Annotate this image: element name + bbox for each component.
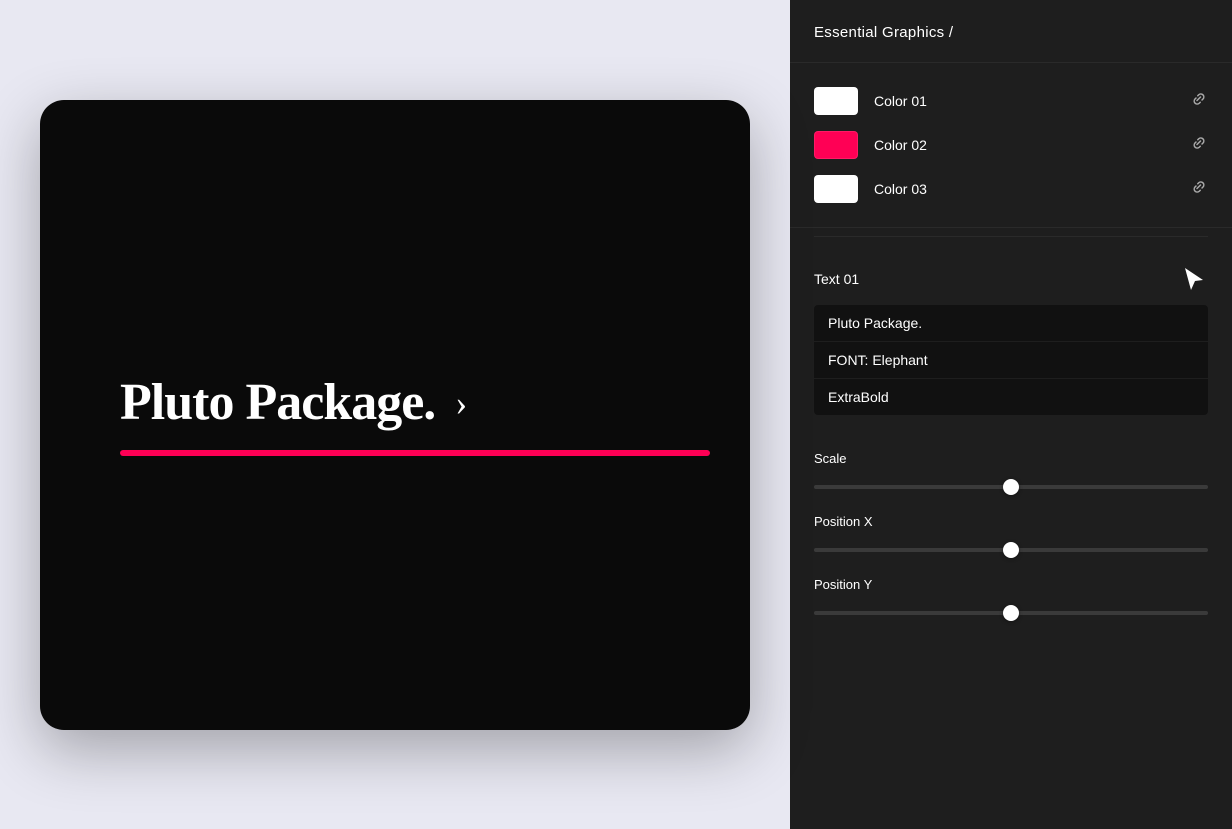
color-row-01: Color 01 xyxy=(814,79,1208,123)
color-row-02: Color 02 xyxy=(814,123,1208,167)
cursor-icon xyxy=(1180,265,1208,293)
preview-card: Pluto Package. › xyxy=(40,100,750,730)
panel-title: Essential Graphics / xyxy=(814,24,953,41)
text-section-label: Text 01 xyxy=(814,271,859,287)
sliders-section: Scale Position X Position Y xyxy=(790,451,1232,664)
position-x-label: Position X xyxy=(814,514,1208,529)
text-section: Text 01 Pluto Package. FONT: Elephant Ex… xyxy=(790,245,1232,451)
color-link-icon-03[interactable] xyxy=(1190,178,1208,201)
preview-text: Pluto Package. › xyxy=(120,373,466,432)
color-label-01: Color 01 xyxy=(874,93,1190,109)
right-panel: Essential Graphics / Color 01 Color 02 xyxy=(790,0,1232,829)
color-swatch-03[interactable] xyxy=(814,175,858,203)
position-y-label: Position Y xyxy=(814,577,1208,592)
text-value-field[interactable]: Pluto Package. xyxy=(814,305,1208,342)
divider xyxy=(814,236,1208,237)
color-swatch-02[interactable] xyxy=(814,131,858,159)
position-y-slider-group: Position Y xyxy=(814,577,1208,620)
text-section-header: Text 01 xyxy=(814,265,1208,293)
position-y-slider[interactable] xyxy=(814,611,1208,615)
preview-title: Pluto Package. xyxy=(120,373,435,432)
panel-header: Essential Graphics / xyxy=(790,0,1232,63)
preview-arrow: › xyxy=(455,382,466,424)
text-weight-field[interactable]: ExtraBold xyxy=(814,379,1208,415)
scale-label: Scale xyxy=(814,451,1208,466)
scale-slider-group: Scale xyxy=(814,451,1208,494)
color-label-02: Color 02 xyxy=(874,137,1190,153)
text-font-field[interactable]: FONT: Elephant xyxy=(814,342,1208,379)
color-link-icon-02[interactable] xyxy=(1190,134,1208,157)
color-label-03: Color 03 xyxy=(874,181,1190,197)
preview-area: Pluto Package. › xyxy=(0,0,790,829)
color-link-icon-01[interactable] xyxy=(1190,90,1208,113)
preview-underline xyxy=(120,450,710,456)
scale-slider[interactable] xyxy=(814,485,1208,489)
position-x-slider[interactable] xyxy=(814,548,1208,552)
colors-section: Color 01 Color 02 Color 03 xyxy=(790,63,1232,228)
color-swatch-01[interactable] xyxy=(814,87,858,115)
color-row-03: Color 03 xyxy=(814,167,1208,211)
text-field-group: Pluto Package. FONT: Elephant ExtraBold xyxy=(814,305,1208,415)
position-x-slider-group: Position X xyxy=(814,514,1208,557)
